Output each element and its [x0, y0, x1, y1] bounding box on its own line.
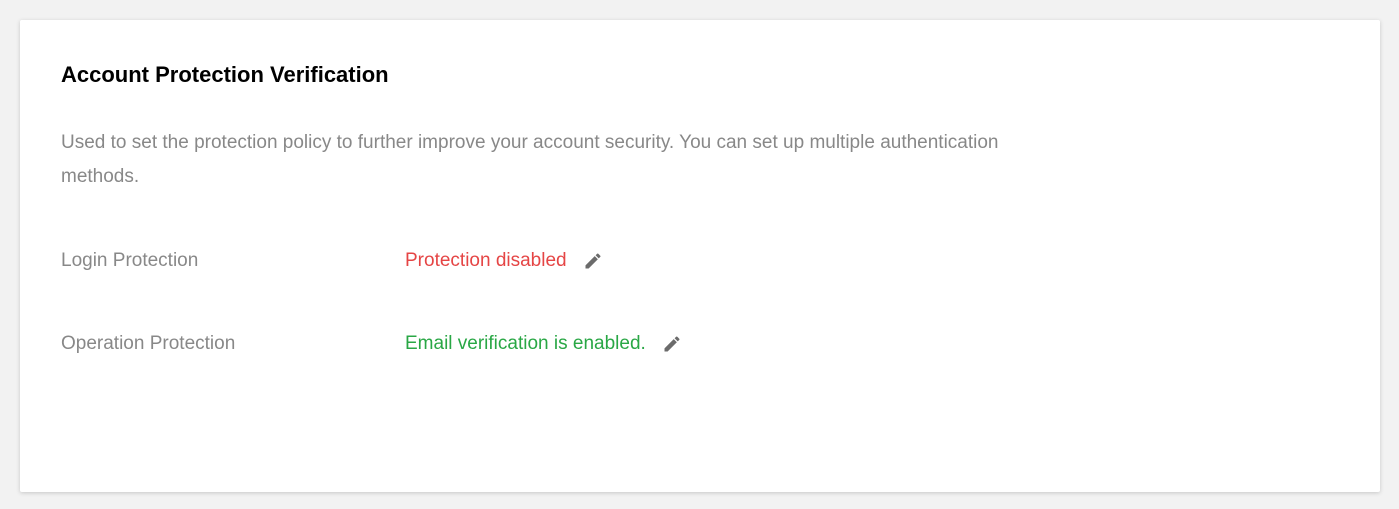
operation-protection-edit-button[interactable]: [660, 332, 684, 356]
operation-protection-row: Operation Protection Email verification …: [61, 329, 684, 359]
page: Account Protection Verification Used to …: [0, 0, 1399, 509]
operation-protection-label: Operation Protection: [61, 333, 236, 354]
card-title: Account Protection Verification: [61, 62, 389, 87]
login-protection-row: Login Protection Protection disabled: [61, 246, 605, 276]
operation-protection-status: Email verification is enabled.: [405, 333, 646, 354]
pencil-icon: [664, 336, 680, 352]
account-protection-card: Account Protection Verification Used to …: [20, 20, 1380, 492]
login-protection-edit-button[interactable]: [581, 249, 605, 273]
login-protection-status: Protection disabled: [405, 250, 567, 271]
login-protection-label: Login Protection: [61, 250, 199, 271]
pencil-icon: [585, 253, 601, 269]
card-description: Used to set the protection policy to fur…: [61, 132, 999, 187]
